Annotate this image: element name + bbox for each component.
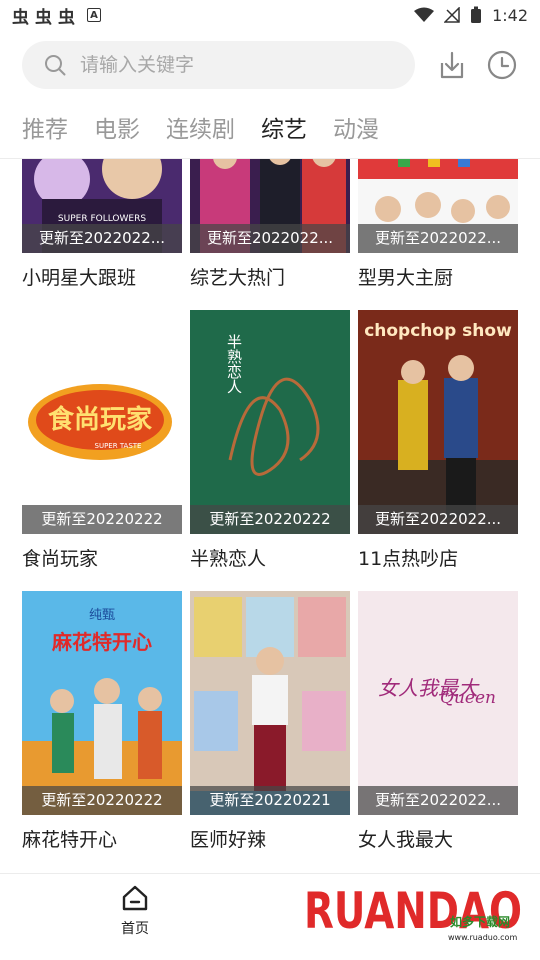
- tab-movies[interactable]: 电影: [94, 110, 140, 150]
- watermark-cn: 如多下载网: [450, 914, 510, 929]
- poster-caption: 食尚玩家: [48, 404, 152, 435]
- poster-image: chopchop show: [358, 310, 518, 534]
- show-title: 11点热吵店: [358, 548, 459, 570]
- poster-caption: 麻花特开心: [51, 630, 152, 654]
- no-signal-icon: [444, 7, 460, 23]
- update-badge: 更新至20220222: [22, 786, 182, 815]
- update-badge: 更新至2022022...: [358, 224, 518, 253]
- poster-caption: Queen: [440, 688, 496, 708]
- tab-variety[interactable]: 综艺: [261, 110, 307, 150]
- update-badge: 更新至2022022...: [22, 224, 182, 253]
- nav-item-home[interactable]: 首页: [106, 884, 164, 938]
- show-poster[interactable]: 更新至20220221: [190, 591, 350, 815]
- clock-time: 1:42: [492, 5, 528, 25]
- show-poster[interactable]: 纯甄 麻花特开心 更新至20220222: [22, 591, 182, 815]
- a-badge-icon: A: [87, 8, 101, 22]
- show-title: 半熟恋人: [190, 548, 267, 570]
- search-icon: [45, 55, 66, 76]
- notification-icons: 虫 虫 虫 A: [12, 3, 101, 28]
- show-card[interactable]: 更新至2022022... 综艺大热门: [190, 159, 350, 310]
- nav-home-label: 首页: [121, 921, 149, 937]
- update-badge: 更新至20220222: [22, 505, 182, 534]
- bug-icon: 虫: [12, 7, 29, 28]
- show-poster[interactable]: 半熟恋人 更新至20220222: [190, 310, 350, 534]
- search-bar[interactable]: [22, 41, 415, 89]
- poster-image: 半熟恋人: [190, 310, 350, 534]
- update-badge: 更新至2022022...: [358, 505, 518, 534]
- show-title: 食尚玩家: [22, 548, 99, 570]
- search-input[interactable]: [80, 54, 380, 76]
- poster-image: 女人我最大 Queen: [358, 591, 518, 815]
- show-card[interactable]: 食尚玩家 SUPER TASTE 更新至20220222 食尚玩家: [22, 310, 182, 591]
- wifi-icon: [414, 7, 435, 22]
- tab-recommend[interactable]: 推荐: [22, 110, 68, 150]
- poster-caption: SUPER TASTE: [95, 442, 142, 450]
- show-poster[interactable]: 更新至2022022...: [358, 159, 518, 253]
- show-poster[interactable]: 更新至2022022...: [190, 159, 350, 253]
- show-card[interactable]: SUPER FOLLOWERS 更新至2022022... 小明星大跟班: [22, 159, 182, 310]
- show-card[interactable]: 更新至20220221 医师好辣: [190, 591, 350, 872]
- poster-caption: 半熟恋人: [225, 334, 243, 394]
- category-tabs: 推荐 电影 连续剧 综艺 动漫: [22, 110, 379, 150]
- poster-caption: chopchop show: [364, 321, 512, 341]
- show-title: 医师好辣: [190, 829, 267, 851]
- download-icon: [440, 51, 464, 79]
- battery-icon: [471, 6, 482, 23]
- show-title: 麻花特开心: [22, 829, 118, 851]
- poster-image: 食尚玩家 SUPER TASTE: [22, 310, 182, 534]
- watermark-logo: RUANDAO 如多下载网 www.ruaduo.com: [304, 882, 522, 942]
- poster-image: 纯甄 麻花特开心: [22, 591, 182, 815]
- show-poster[interactable]: chopchop show 更新至2022022...: [358, 310, 518, 534]
- tab-series[interactable]: 连续剧: [166, 110, 235, 150]
- home-icon: [122, 885, 148, 911]
- show-card[interactable]: 纯甄 麻花特开心 更新至20220222 麻花特开心: [22, 591, 182, 872]
- content-scroll-area[interactable]: SUPER FOLLOWERS 更新至2022022... 小明星大跟班 更新至…: [0, 159, 540, 873]
- show-title: 小明星大跟班: [22, 267, 137, 289]
- watermark-url: www.ruaduo.com: [448, 933, 517, 942]
- update-badge: 更新至20220222: [190, 505, 350, 534]
- poster-image: [190, 591, 350, 815]
- history-button[interactable]: [486, 49, 518, 81]
- site-watermark: RUANDAO 如多下载网 www.ruaduo.com: [300, 866, 530, 954]
- show-title: 型男大主厨: [358, 267, 454, 289]
- update-badge: 更新至2022022...: [358, 786, 518, 815]
- show-grid: SUPER FOLLOWERS 更新至2022022... 小明星大跟班 更新至…: [22, 159, 518, 872]
- bug-icon: 虫: [58, 7, 75, 28]
- tab-anime[interactable]: 动漫: [333, 110, 379, 150]
- bug-icon: 虫: [35, 7, 52, 28]
- show-title: 女人我最大: [358, 829, 454, 851]
- update-badge: 更新至2022022...: [190, 224, 350, 253]
- poster-caption: SUPER FOLLOWERS: [58, 214, 146, 224]
- update-badge: 更新至20220221: [190, 786, 350, 815]
- poster-caption: 纯甄: [89, 608, 115, 623]
- watermark-brand: RUANDAO: [304, 882, 522, 940]
- status-bar: 虫 虫 虫 A 1:42: [0, 0, 540, 30]
- show-card[interactable]: 更新至2022022... 型男大主厨: [358, 159, 518, 310]
- show-card[interactable]: chopchop show 更新至2022022... 11点热吵店: [358, 310, 518, 591]
- show-poster[interactable]: SUPER FOLLOWERS 更新至2022022...: [22, 159, 182, 253]
- show-title: 综艺大热门: [190, 267, 286, 289]
- download-button[interactable]: [436, 49, 468, 81]
- show-poster[interactable]: 女人我最大 Queen 更新至2022022...: [358, 591, 518, 815]
- show-card[interactable]: 女人我最大 Queen 更新至2022022... 女人我最大: [358, 591, 518, 872]
- show-card[interactable]: 半熟恋人 更新至20220222 半熟恋人: [190, 310, 350, 591]
- show-poster[interactable]: 食尚玩家 SUPER TASTE 更新至20220222: [22, 310, 182, 534]
- history-clock-icon: [487, 50, 517, 80]
